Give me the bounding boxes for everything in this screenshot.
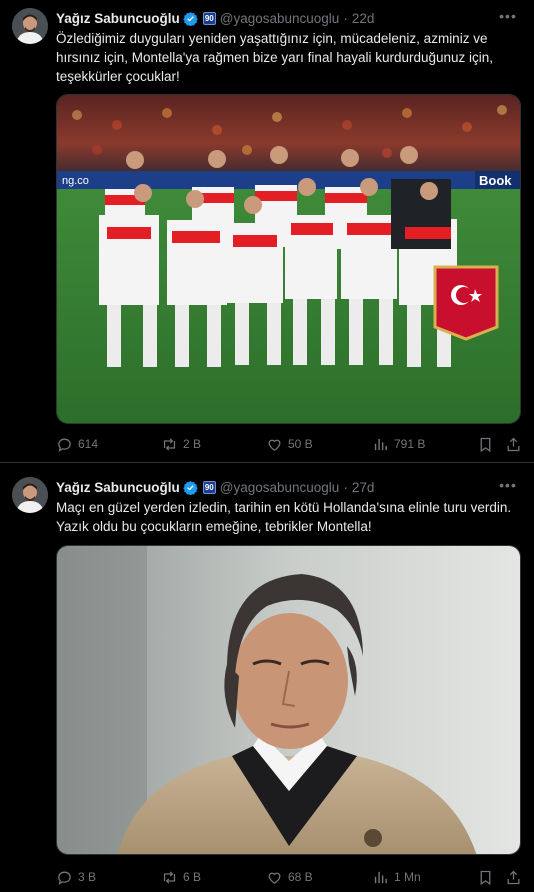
reply-count: 3 B [78, 870, 97, 884]
separator: · [343, 10, 348, 26]
affiliate-badge-icon[interactable]: 90 [202, 11, 216, 25]
ad-board-text-left: ng.co [62, 175, 89, 187]
reply-count: 614 [78, 437, 99, 451]
author-name[interactable]: Yağız Sabuncuoğlu [56, 480, 180, 495]
reply-button[interactable]: 3 B [56, 867, 96, 887]
tweet-header: Yağız Sabuncuoğlu 90 @yagosabuncuoglu · … [56, 8, 374, 28]
share-button[interactable] [505, 434, 527, 454]
like-count: 68 B [288, 870, 313, 884]
tweet-media-team-photo[interactable]: ng.co Book [56, 94, 521, 424]
reply-icon [58, 871, 71, 885]
retweet-button[interactable]: 2 B [161, 434, 201, 454]
share-icon [507, 870, 520, 884]
timestamp[interactable]: 27d [352, 480, 375, 495]
tweet-media-coach-photo[interactable] [56, 545, 521, 855]
like-icon [268, 872, 281, 884]
bookmark-button[interactable] [477, 434, 499, 454]
share-button[interactable] [505, 867, 527, 887]
retweet-count: 2 B [183, 437, 202, 451]
bookmark-icon [480, 870, 491, 885]
verified-badge-icon [183, 11, 198, 26]
like-button[interactable]: 50 B [266, 434, 313, 454]
more-icon[interactable]: ••• [498, 6, 518, 26]
tweet-2[interactable]: Yağız Sabuncuoğlu 90 @yagosabuncuoglu · … [0, 463, 534, 892]
bookmark-button[interactable] [477, 867, 499, 887]
retweet-icon [163, 437, 176, 451]
bookmark-icon [480, 437, 491, 452]
avatar[interactable] [12, 8, 48, 44]
views-button[interactable]: 1 Mn [372, 867, 421, 887]
view-count: 1 Mn [394, 870, 421, 884]
tweet-1[interactable]: Yağız Sabuncuoğlu 90 @yagosabuncuoglu · … [0, 0, 534, 462]
share-icon [507, 437, 520, 451]
author-handle[interactable]: @yagosabuncuoglu [220, 11, 340, 26]
tweet-text: Maçı en güzel yerden izledin, tarihin en… [56, 500, 512, 534]
like-count: 50 B [288, 437, 313, 451]
views-button[interactable]: 791 B [372, 434, 425, 454]
verified-badge-icon [183, 480, 198, 495]
view-count: 791 B [394, 437, 426, 451]
reply-button[interactable]: 614 [56, 434, 98, 454]
author-name[interactable]: Yağız Sabuncuoğlu [56, 11, 180, 26]
like-button[interactable]: 68 B [266, 867, 313, 887]
retweet-button[interactable]: 6 B [161, 867, 201, 887]
ad-board-text: Book [479, 173, 512, 188]
like-icon [268, 439, 281, 451]
action-bar: 3 B 6 B 68 B 1 Mn [56, 867, 526, 887]
views-icon [374, 871, 387, 883]
affiliate-badge-icon[interactable]: 90 [202, 480, 216, 494]
author-handle[interactable]: @yagosabuncuoglu [220, 480, 340, 495]
tweet-text: Özlediğimiz duyguları yeniden yaşattığın… [56, 31, 494, 84]
tweet-header: Yağız Sabuncuoğlu 90 @yagosabuncuoglu · … [56, 477, 374, 497]
action-bar: 614 2 B 50 B 791 B [56, 434, 526, 454]
reply-icon [58, 438, 71, 452]
avatar[interactable] [12, 477, 48, 513]
more-icon[interactable]: ••• [498, 475, 518, 495]
retweet-icon [163, 870, 176, 884]
retweet-count: 6 B [183, 870, 202, 884]
timestamp[interactable]: 22d [352, 11, 375, 26]
separator: · [343, 479, 348, 495]
views-icon [374, 438, 387, 450]
